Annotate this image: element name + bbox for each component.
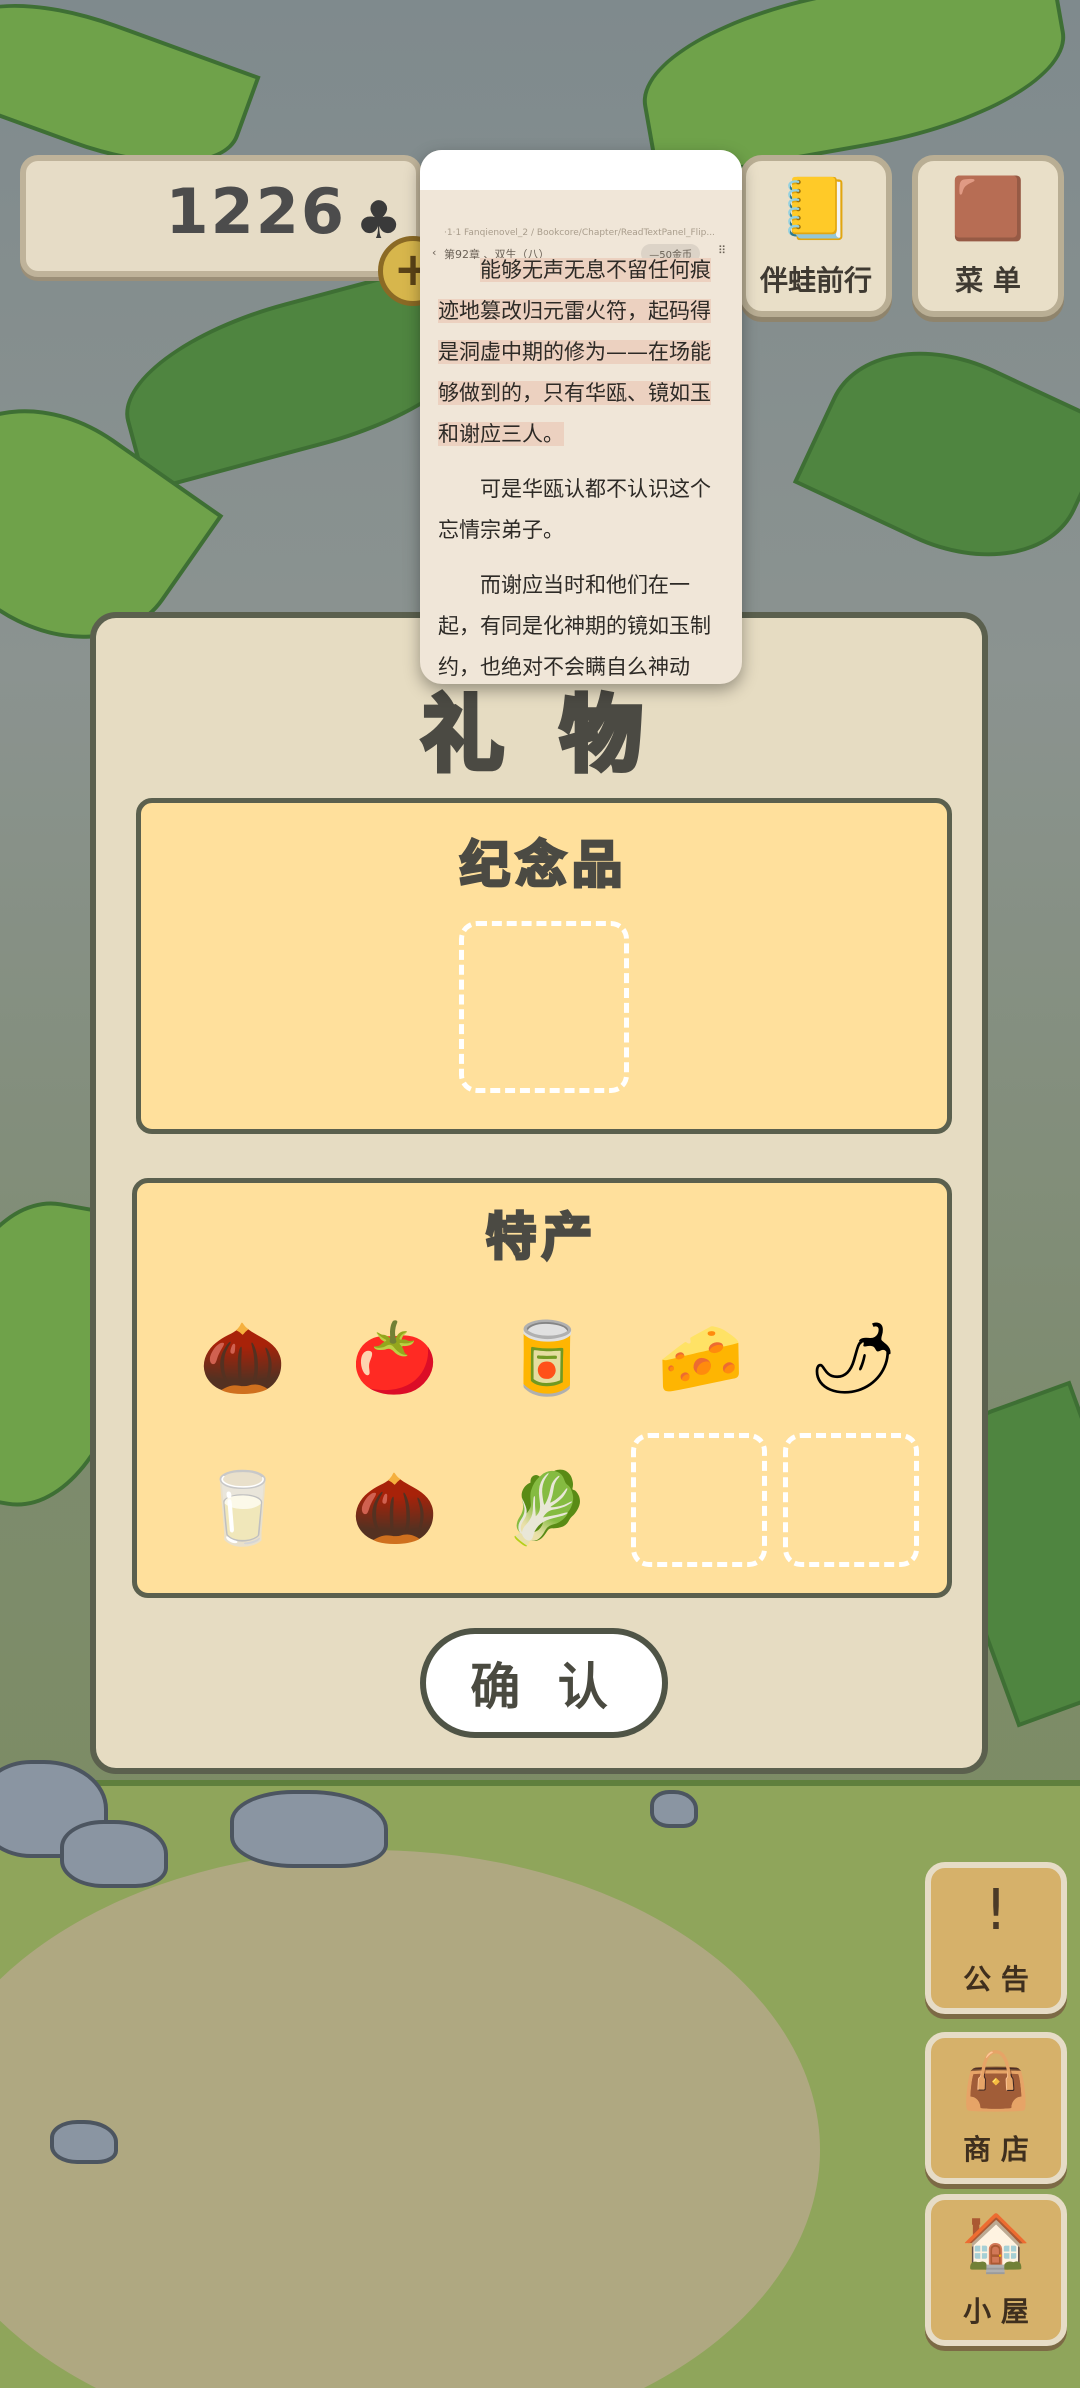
rock	[50, 2120, 118, 2164]
shop-label: 商 店	[963, 2133, 1029, 2166]
menu-icon: 🟫	[950, 174, 1026, 244]
menu-button[interactable]: 🟫 菜 单	[912, 155, 1064, 317]
notice-label: 公 告	[963, 1963, 1029, 1996]
reader-top-bar	[420, 150, 742, 190]
rock	[230, 1790, 388, 1868]
gift-dialog: 礼 物 纪念品 特产 🌰 🍅 🥫 🧀 🌶 🥛 🌰 🥬 确 认	[90, 612, 988, 1774]
confirm-button[interactable]: 确 认	[420, 1628, 668, 1738]
specialty-item-milk-jug[interactable]: 🥛	[183, 1453, 303, 1563]
notice-button[interactable]: ! 公 告	[925, 1862, 1067, 2014]
exclamation-icon: !	[984, 1878, 1008, 1943]
specialty-item-tea-can[interactable]: 🥫	[487, 1303, 607, 1413]
reader-paragraph: 可是华瓯认都不认识这个忘情宗弟子。	[438, 477, 711, 542]
specialty-title: 特产	[485, 1207, 598, 1268]
clover-count: 1226	[165, 175, 346, 248]
reader-body: 能够无声无息不留任何痕迹地篡改归元雷火符，起码得是洞虚中期的修为——在场能够做到…	[438, 250, 724, 684]
journey-icon: 📒	[778, 174, 854, 244]
journey-button[interactable]: 📒 伴蛙前行	[740, 155, 892, 317]
souvenir-slot[interactable]	[459, 921, 629, 1093]
clover-counter: 1226 ♣	[20, 155, 422, 277]
house-button[interactable]: 🏠 小 屋	[925, 2194, 1067, 2346]
back-icon[interactable]: ‹	[432, 246, 436, 259]
specialty-item-cheese[interactable]: 🧀	[641, 1303, 761, 1413]
specialty-item-cabbage[interactable]: 🥬	[487, 1453, 607, 1563]
reader-paragraph: 能够无声无息不留任何痕迹地篡改归元雷火符，起码得是洞虚中期的修为——在场能够做到…	[438, 258, 711, 446]
bag-icon: 👜	[961, 2049, 1031, 2114]
souvenir-title: 纪念品	[459, 835, 628, 896]
dialog-title: 礼 物	[419, 686, 657, 786]
menu-label: 菜 单	[955, 264, 1021, 297]
reader-paragraph: 而谢应当时和他们在一起，有同是化神期的镜如玉制约，也绝对不会瞒自么神动	[438, 573, 711, 679]
rock	[650, 1790, 698, 1828]
souvenir-section: 纪念品	[136, 798, 952, 1134]
specialty-item-chestnut[interactable]: 🌰	[335, 1453, 455, 1563]
reader-path: ·1·1 Fanqienovel_2 / Bookcore/Chapter/Re…	[444, 228, 715, 238]
journey-label: 伴蛙前行	[759, 264, 872, 297]
rock	[60, 1820, 168, 1888]
specialty-item-chestnut[interactable]: 🌰	[183, 1303, 303, 1413]
specialty-item-chili-pepper[interactable]: 🌶	[793, 1303, 913, 1413]
specialty-item-persimmon[interactable]: 🍅	[335, 1303, 455, 1413]
specialty-empty-slot[interactable]	[783, 1433, 919, 1567]
reader-popup[interactable]: ·1·1 Fanqienovel_2 / Bookcore/Chapter/Re…	[420, 150, 742, 684]
house-icon: 🏠	[961, 2211, 1031, 2276]
house-label: 小 屋	[963, 2295, 1029, 2328]
specialty-empty-slot[interactable]	[631, 1433, 767, 1567]
shop-button[interactable]: 👜 商 店	[925, 2032, 1067, 2184]
specialty-section: 特产 🌰 🍅 🥫 🧀 🌶 🥛 🌰 🥬	[132, 1178, 952, 1598]
